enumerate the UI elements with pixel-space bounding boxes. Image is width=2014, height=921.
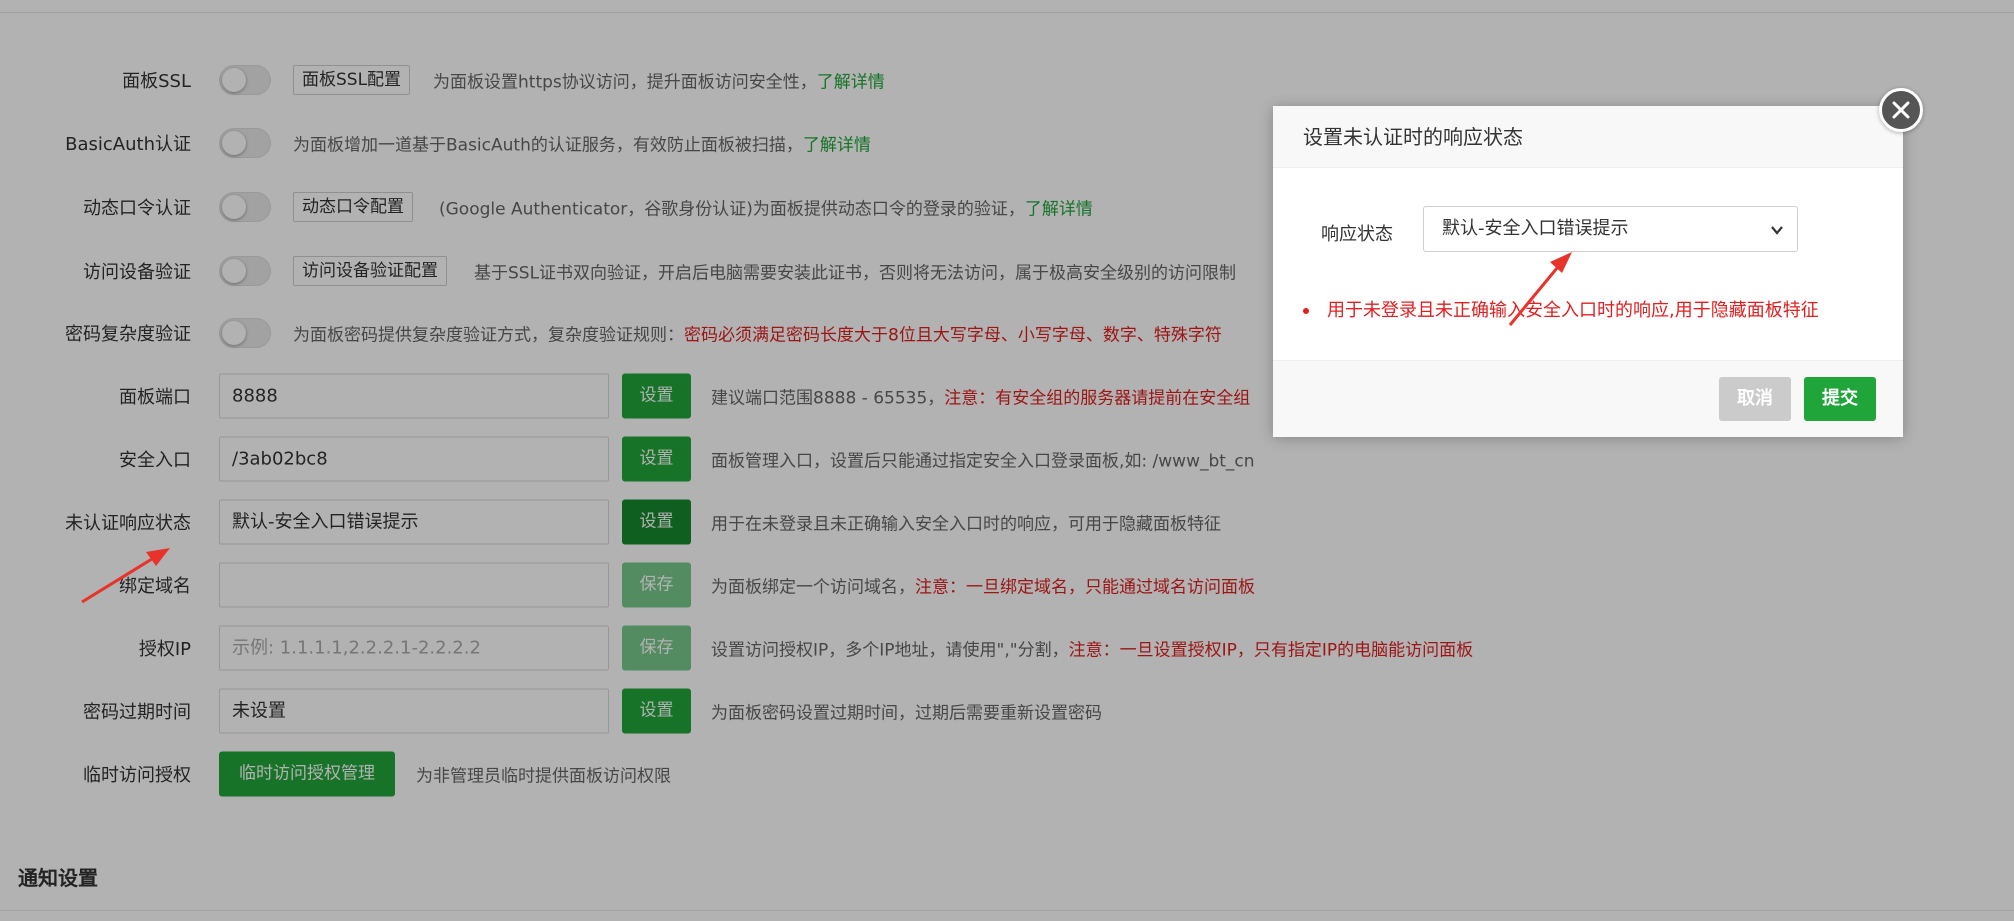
red-arrow-icon <box>81 548 170 604</box>
annotation-arrows <box>81 252 1572 604</box>
red-arrow-icon <box>1508 252 1572 326</box>
